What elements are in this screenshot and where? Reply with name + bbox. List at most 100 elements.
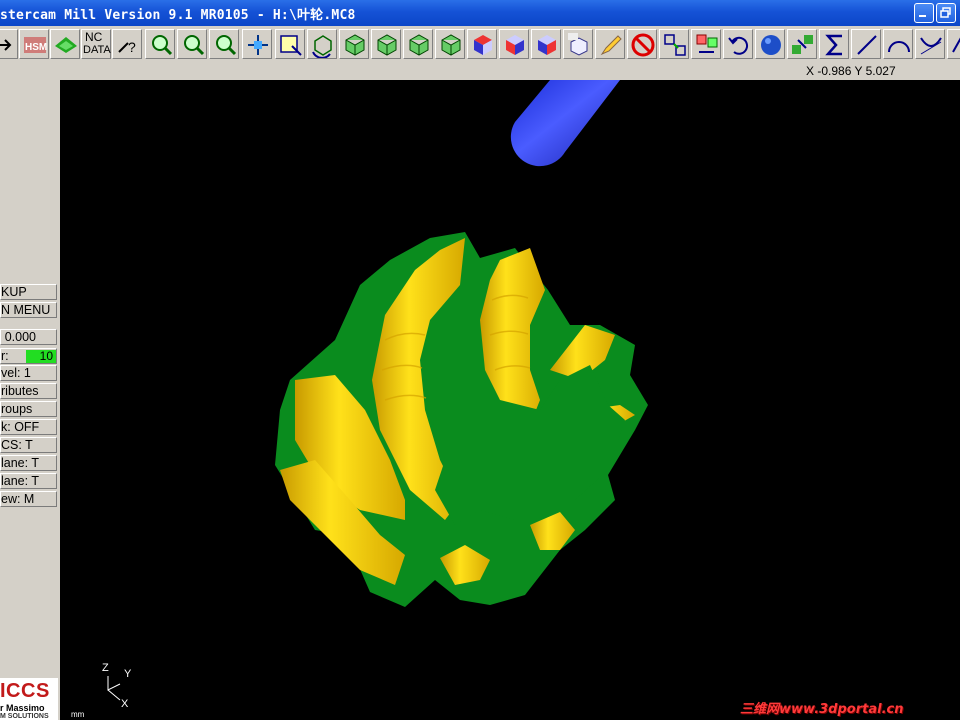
mold-button[interactable] — [50, 29, 80, 59]
units-label: mm — [71, 710, 85, 719]
nc-label: NC — [85, 30, 103, 44]
menu-groups[interactable]: roups — [0, 401, 57, 417]
minimize-button[interactable] — [914, 3, 934, 23]
more-button[interactable] — [947, 29, 960, 59]
restore-button[interactable] — [936, 3, 956, 23]
arc-button[interactable] — [883, 29, 913, 59]
restore-icon — [940, 7, 951, 18]
select-window-icon — [280, 35, 302, 56]
view-top-button[interactable] — [339, 29, 369, 59]
cursor-coordinates: X -0.986 Y 5.027 — [806, 64, 896, 78]
menu-label: ributes — [1, 384, 39, 398]
view-side-button[interactable] — [403, 29, 433, 59]
layers-button[interactable] — [787, 29, 817, 59]
menu-label: 0.000 — [4, 330, 36, 344]
sigma-icon — [825, 34, 842, 56]
graphics-viewport[interactable] — [60, 80, 960, 720]
view-top-cube-icon — [345, 34, 365, 56]
menu-mask[interactable]: k: OFF — [0, 419, 57, 435]
cutting-tool — [510, 80, 620, 167]
transform-2-icon — [696, 34, 718, 53]
menu-backup[interactable]: KUP — [0, 284, 57, 300]
select-window-button[interactable] — [275, 29, 305, 59]
back-arrow-button[interactable] — [0, 29, 18, 59]
vendor-logo: ICCS r Massimo M SOLUTIONS — [0, 678, 58, 720]
menu-main-menu[interactable]: N MENU — [0, 302, 57, 318]
pencil-button[interactable] — [595, 29, 625, 59]
pan-button[interactable] — [242, 29, 272, 59]
color-value-badge: 10 — [26, 350, 56, 363]
menu-gview[interactable]: ew: M — [0, 491, 57, 507]
menu-plane[interactable]: lane: T — [0, 473, 57, 489]
line-icon — [857, 35, 877, 55]
sigma-button[interactable] — [819, 29, 849, 59]
logo-subtitle: r Massimo — [0, 703, 45, 713]
hsm-icon: HSM — [24, 37, 47, 53]
menu-color[interactable]: r: 10 — [0, 348, 57, 364]
transform-icon — [664, 34, 686, 56]
logo-title: ICCS — [0, 680, 50, 702]
menu-label: lane: T — [1, 474, 39, 488]
help-pointer-button[interactable]: ? — [112, 29, 142, 59]
zoom-in-icon — [184, 35, 205, 56]
menu-label: CS: T — [1, 438, 33, 452]
view-front-cube-icon — [377, 34, 397, 56]
zoom-in-button[interactable] — [177, 29, 207, 59]
view-front-button[interactable] — [371, 29, 401, 59]
menu-tplane[interactable]: CS: T — [0, 437, 57, 453]
zoom-window-button[interactable] — [145, 29, 175, 59]
line-button[interactable] — [851, 29, 881, 59]
no-entry-button[interactable] — [627, 29, 657, 59]
help-pointer-icon: ? — [118, 39, 136, 55]
zoom-out-button[interactable] — [209, 29, 239, 59]
shaded-cube-button[interactable] — [467, 29, 497, 59]
pencil-icon — [600, 35, 622, 56]
view-iso-cube-icon — [441, 34, 461, 56]
status-line: X -0.986 Y 5.027 — [0, 62, 960, 80]
window-title: stercam Mill Version 9.1 MR0105 - H:\叶轮.… — [0, 8, 356, 23]
no-entry-icon — [631, 33, 655, 57]
zoom-window-icon — [152, 35, 173, 56]
shaded-cube-3-icon — [538, 35, 556, 55]
curve-icon — [920, 37, 942, 55]
sphere-button[interactable] — [755, 29, 785, 59]
menu-attributes[interactable]: ributes — [0, 383, 57, 399]
menu-cplane[interactable]: lane: T — [0, 455, 57, 471]
menu-label: vel: 1 — [1, 366, 31, 380]
transform-2-button[interactable] — [691, 29, 721, 59]
title-bar: stercam Mill Version 9.1 MR0105 - H:\叶轮.… — [0, 0, 960, 26]
rotate-view-button[interactable] — [307, 29, 337, 59]
zoom-out-icon — [216, 35, 237, 56]
svg-text:?: ? — [128, 39, 136, 55]
sphere-icon — [761, 35, 781, 55]
undo-icon — [728, 36, 749, 55]
curve-button[interactable] — [915, 29, 945, 59]
menu-level[interactable]: vel: 1 — [0, 365, 57, 381]
transform-button[interactable] — [659, 29, 689, 59]
logo-tagline: M SOLUTIONS — [0, 713, 49, 720]
back-arrow-icon — [0, 39, 12, 51]
nc-data-button[interactable]: NC DATA — [81, 29, 111, 59]
undo-button[interactable] — [723, 29, 753, 59]
menu-label: lane: T — [1, 456, 39, 470]
shaded-cube-icon — [474, 35, 492, 55]
left-menu-panel: KUP N MENU 0.000 r: 10 vel: 1 ributes ro… — [0, 80, 60, 720]
menu-label: roups — [1, 402, 33, 416]
svg-text:HSM: HSM — [25, 42, 47, 53]
view-iso-button[interactable] — [435, 29, 465, 59]
3d-cube-button[interactable] — [563, 29, 593, 59]
menu-label: r: — [1, 349, 9, 363]
hsm-button[interactable]: HSM — [19, 29, 49, 59]
rotate-view-icon — [312, 35, 332, 58]
pan-icon — [248, 35, 268, 55]
menu-label: k: OFF — [1, 420, 40, 434]
mold-icon — [55, 37, 77, 53]
impeller-model-render — [275, 80, 648, 607]
shaded-cube-2-button[interactable] — [499, 29, 529, 59]
axis-triad-icon — [107, 676, 121, 701]
shaded-cube-3-button[interactable] — [531, 29, 561, 59]
arc-icon — [888, 41, 910, 53]
menu-label: ew: M — [1, 492, 35, 506]
menu-z-depth[interactable]: 0.000 — [0, 329, 57, 345]
site-watermark: 三维网www.3dportal.cn — [740, 702, 904, 717]
